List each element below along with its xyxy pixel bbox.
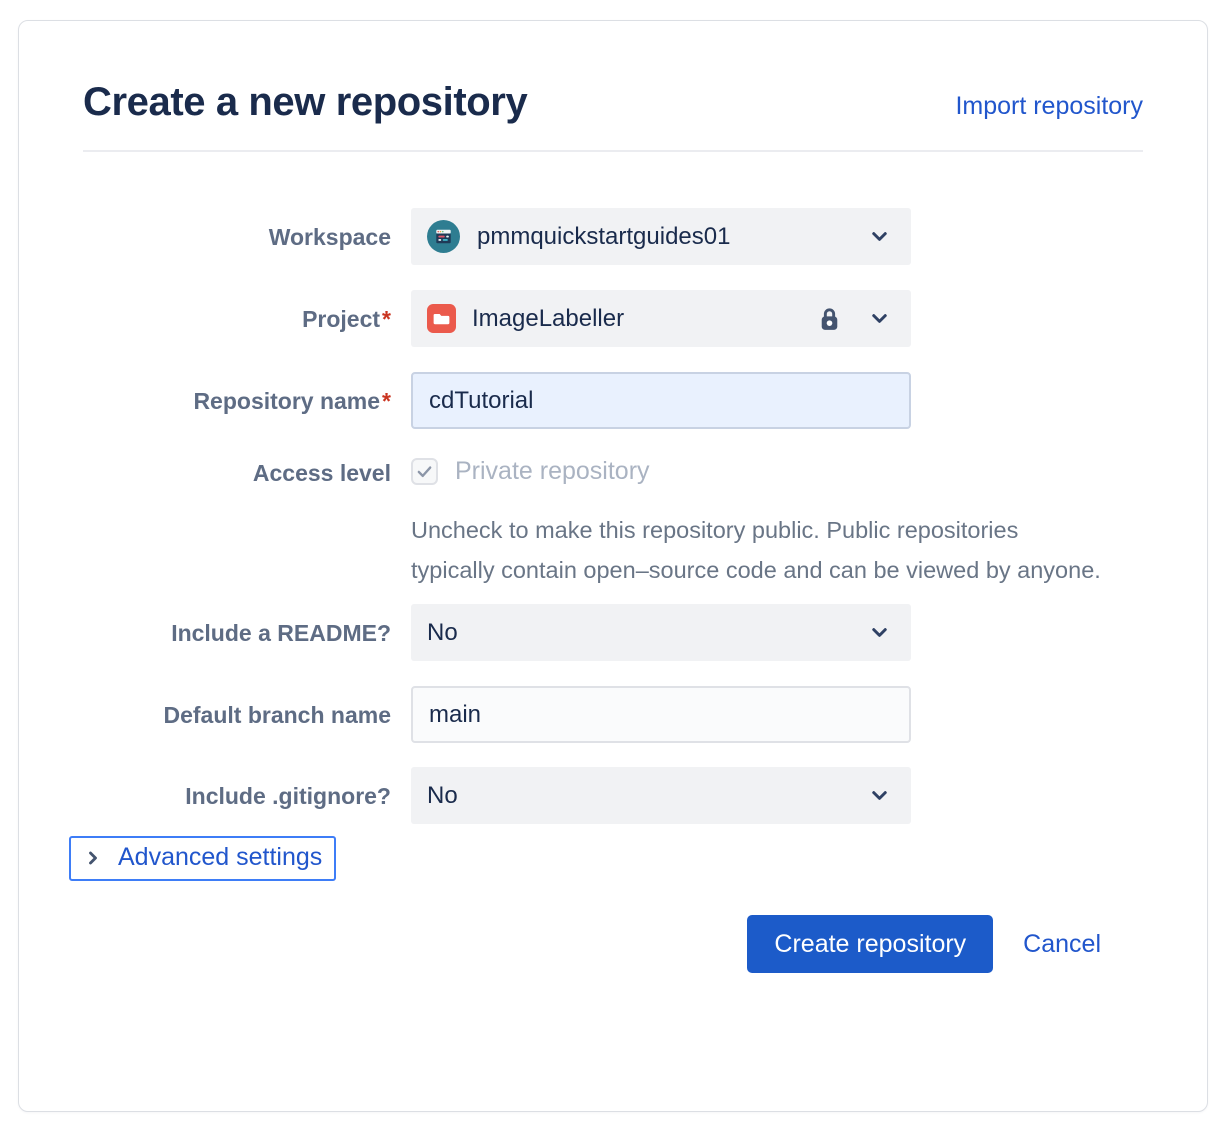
repository-name-label: Repository name* [83,381,391,421]
dialog-actions: Create repository Cancel [83,915,1101,973]
workspace-avatar-icon [427,220,460,253]
default-branch-input[interactable] [411,686,911,743]
advanced-settings-label: Advanced settings [118,843,322,872]
gitignore-row: Include .gitignore? No [83,767,1143,824]
gitignore-value: No [427,782,458,810]
gitignore-label: Include .gitignore? [83,776,391,816]
create-repository-form: Workspace [83,208,1143,973]
project-value: ImageLabeller [472,305,624,333]
create-repository-dialog: Create a new repository Import repositor… [18,20,1208,1112]
project-select[interactable]: ImageLabeller [411,290,911,347]
header-divider [83,150,1143,152]
chevron-down-icon [868,225,891,248]
repository-name-row: Repository name* [83,372,1143,429]
workspace-value: pmmquickstartguides01 [477,223,730,251]
chevron-right-icon [83,848,103,868]
import-repository-link[interactable]: Import repository [955,92,1143,125]
access-level-field: Private repository Uncheck to make this … [411,454,911,590]
cancel-button[interactable]: Cancel [1023,930,1101,959]
chevron-down-icon [868,621,891,644]
workspace-label: Workspace [83,217,391,257]
chevron-down-icon [868,784,891,807]
default-branch-row: Default branch name [83,686,1143,743]
create-repository-button[interactable]: Create repository [747,915,993,973]
project-row: Project* ImageLabeller [83,290,1143,347]
workspace-select[interactable]: pmmquickstartguides01 [411,208,911,265]
gitignore-select[interactable]: No [411,767,911,824]
repository-name-input[interactable] [411,372,911,429]
default-branch-label: Default branch name [83,695,391,735]
project-label: Project* [83,299,391,339]
readme-row: Include a README? No [83,604,1143,661]
readme-select[interactable]: No [411,604,911,661]
workspace-row: Workspace [83,208,1143,265]
project-avatar-icon [427,304,456,333]
advanced-settings-toggle[interactable]: Advanced settings [69,836,336,881]
required-asterisk: * [382,306,391,332]
check-icon [414,461,435,482]
private-repository-checkbox[interactable] [411,458,438,485]
private-repository-label: Private repository [455,457,650,486]
page-title: Create a new repository [83,79,527,125]
access-level-label: Access level [83,454,391,490]
lock-icon [817,305,842,333]
chevron-down-icon [868,307,891,330]
readme-label: Include a README? [83,613,391,653]
readme-value: No [427,619,458,647]
access-level-row: Access level Private repository Uncheck … [83,454,1143,590]
access-level-help-text: Uncheck to make this repository public. … [411,510,1101,590]
required-asterisk: * [382,388,391,414]
dialog-header: Create a new repository Import repositor… [83,79,1143,125]
